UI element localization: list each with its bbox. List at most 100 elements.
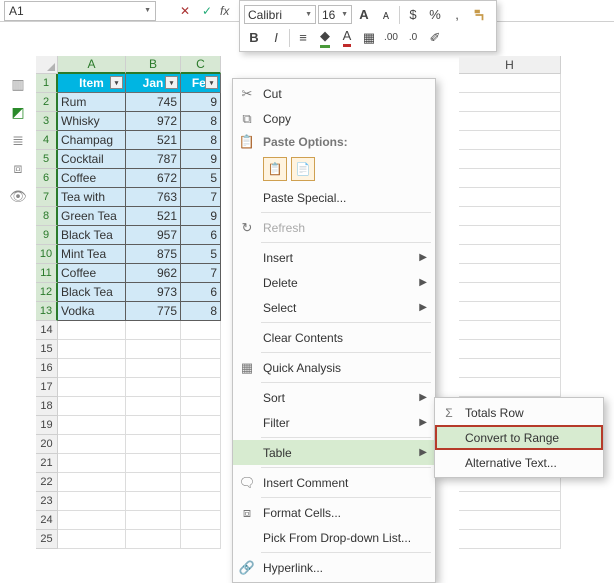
chevron-down-icon[interactable]: ▼ [305,11,312,18]
ctx-cut[interactable]: ✂Cut [233,81,435,106]
sub-totals-row[interactable]: ΣTotals Row [435,400,603,425]
cell[interactable] [181,397,221,416]
cell[interactable]: Mint Tea [58,245,126,264]
cell[interactable]: 672 [126,169,181,188]
cell[interactable]: Fel▾ [181,74,221,93]
ctx-quick-analysis[interactable]: ▦Quick Analysis [233,355,435,380]
side-icon-2[interactable]: ◩ [10,104,26,120]
cell[interactable] [181,321,221,340]
cell[interactable] [126,473,181,492]
cell[interactable]: 9 [181,93,221,112]
cell[interactable] [459,188,561,207]
filter-button[interactable]: ▾ [165,76,178,89]
cell[interactable]: 775 [126,302,181,321]
cell[interactable] [181,359,221,378]
cell[interactable]: Rum [58,93,126,112]
cell[interactable] [58,359,126,378]
rowhdr-7[interactable]: 7 [36,188,58,207]
cell[interactable]: 9 [181,150,221,169]
ctx-table[interactable]: Table▶ [233,440,435,465]
side-icon-3[interactable]: ≣ [10,132,26,148]
sub-alternative-text[interactable]: Alternative Text... [435,450,603,475]
rowhdr-5[interactable]: 5 [36,150,58,169]
cell[interactable]: 763 [126,188,181,207]
cell[interactable]: 787 [126,150,181,169]
cell[interactable] [459,302,561,321]
cell[interactable]: 7 [181,264,221,283]
cell[interactable] [58,530,126,549]
ctx-filter[interactable]: Filter▶ [233,410,435,435]
ctx-insert-comment[interactable]: 🗨Insert Comment [233,470,435,495]
rowhdr-10[interactable]: 10 [36,245,58,264]
rowhdr-2[interactable]: 2 [36,93,58,112]
rowhdr-8[interactable]: 8 [36,207,58,226]
enter-button[interactable]: ✓ [198,2,216,20]
cell[interactable] [58,340,126,359]
ctx-sort[interactable]: Sort▶ [233,385,435,410]
ctx-clear-contents[interactable]: Clear Contents [233,325,435,350]
filter-button[interactable]: ▾ [205,76,218,89]
cell[interactable]: 973 [126,283,181,302]
ctx-paste-special[interactable]: Paste Special... [233,185,435,210]
side-icon-1[interactable]: ▥ [10,76,26,92]
rowhdr-1[interactable]: 1 [36,74,58,93]
colhdr-A[interactable]: A [58,56,126,74]
paste-tile-2[interactable]: 📄 [291,157,315,181]
decrease-decimal-button[interactable]: .0 [403,28,423,48]
colhdr-C[interactable]: C [181,56,221,74]
rowhdr-24[interactable]: 24 [36,511,58,530]
fx-label[interactable]: fx [220,4,229,18]
cell[interactable] [58,416,126,435]
comma-format-button[interactable]: , [447,5,467,25]
cell[interactable] [459,283,561,302]
cell[interactable] [126,435,181,454]
sub-convert-to-range[interactable]: Convert to Range [435,425,603,450]
rowhdr-23[interactable]: 23 [36,492,58,511]
colhdr-H[interactable]: H [459,56,561,74]
cell[interactable] [126,530,181,549]
cell[interactable] [459,207,561,226]
cell[interactable] [181,473,221,492]
cell[interactable] [459,264,561,283]
cell[interactable]: Item▾ [58,74,126,93]
bold-button[interactable]: B [244,28,264,48]
cancel-button[interactable]: ✕ [176,2,194,20]
percent-format-button[interactable]: % [425,5,445,25]
cell[interactable] [459,511,561,530]
borders-button[interactable]: ▦ [359,28,379,48]
cell[interactable] [459,340,561,359]
cell[interactable] [459,245,561,264]
cell[interactable] [181,511,221,530]
grow-font-button[interactable]: A [354,5,374,25]
align-button[interactable]: ≡ [293,28,313,48]
ctx-format-cells[interactable]: ⧈Format Cells... [233,500,435,525]
cell[interactable]: 962 [126,264,181,283]
cell[interactable] [459,112,561,131]
cell[interactable] [126,492,181,511]
cell[interactable]: 8 [181,302,221,321]
rowhdr-20[interactable]: 20 [36,435,58,454]
cell[interactable] [181,530,221,549]
cell[interactable] [126,359,181,378]
cell[interactable]: Black Tea [58,283,126,302]
cell[interactable]: 6 [181,283,221,302]
rowhdr-11[interactable]: 11 [36,264,58,283]
cell[interactable] [459,93,561,112]
ctx-hyperlink[interactable]: 🔗Hyperlink... [233,555,435,580]
cell[interactable] [181,416,221,435]
ctx-pick-list[interactable]: Pick From Drop-down List... [233,525,435,550]
cell[interactable] [181,454,221,473]
cell[interactable] [181,435,221,454]
cell[interactable] [58,321,126,340]
clear-format-button[interactable]: ✐ [425,28,445,48]
cell[interactable]: Coffee [58,264,126,283]
filter-button[interactable]: ▾ [110,76,123,89]
cell[interactable]: Whisky [58,112,126,131]
cell[interactable] [459,530,561,549]
cell[interactable] [126,397,181,416]
cell[interactable] [58,397,126,416]
cell[interactable] [459,378,561,397]
rowhdr-4[interactable]: 4 [36,131,58,150]
cell[interactable]: 521 [126,131,181,150]
cell[interactable]: 957 [126,226,181,245]
